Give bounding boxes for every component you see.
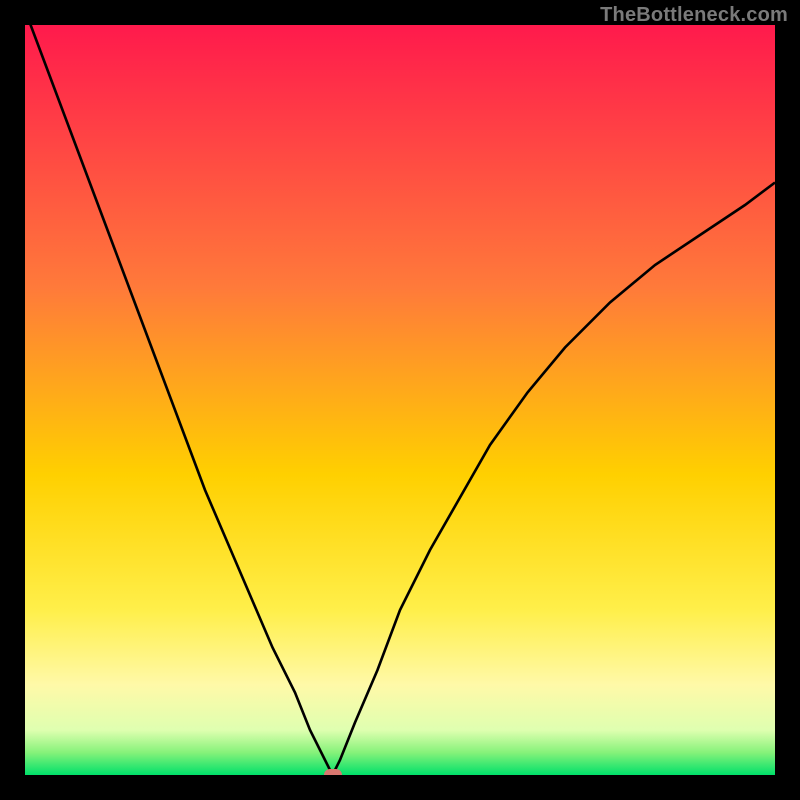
plot-area [25, 25, 775, 775]
bottleneck-curve [25, 25, 775, 775]
bottleneck-curve-svg [25, 25, 775, 775]
chart-frame: TheBottleneck.com [0, 0, 800, 800]
optimal-point-marker [324, 769, 342, 775]
watermark-label: TheBottleneck.com [600, 4, 788, 27]
